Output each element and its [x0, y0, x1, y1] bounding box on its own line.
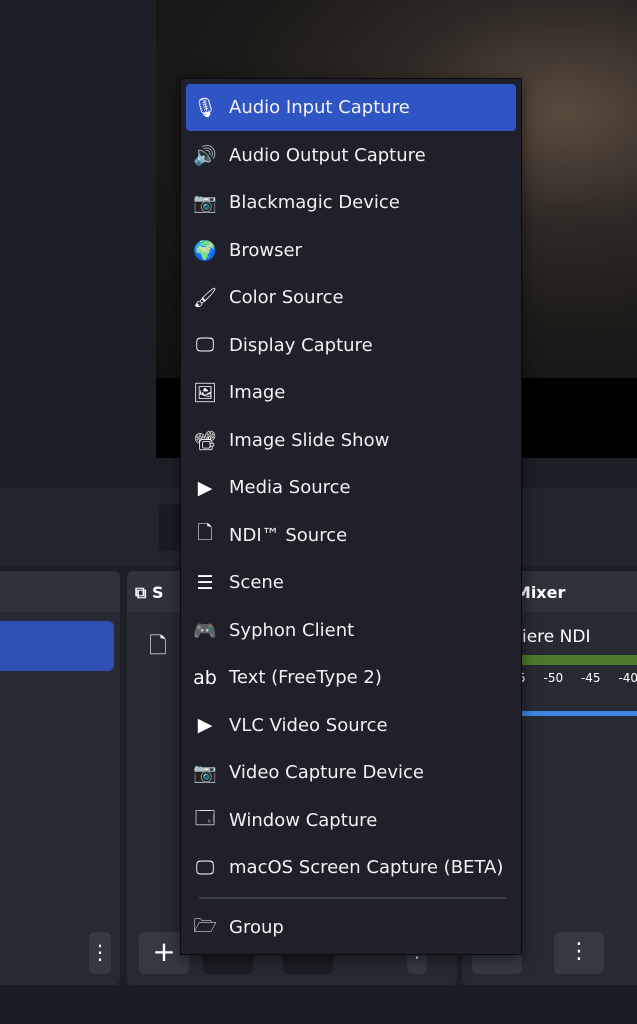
file-icon: 🗋 — [149, 634, 167, 659]
status-bar — [0, 985, 637, 1024]
gamepad-icon: 🎮 — [193, 619, 217, 642]
menu-item-label: macOS Screen Capture (BETA) — [229, 857, 504, 878]
camera-icon: 📷 — [193, 192, 217, 214]
menu-item-label: Syphon Client — [229, 619, 355, 641]
sources-title: S — [152, 583, 164, 602]
menu-item-image-slide-show[interactable]: 📽 Image Slide Show — [186, 417, 516, 464]
menu-item-color-source[interactable]: 🖌 Color Source — [186, 274, 516, 321]
menu-item-label: Audio Input Capture — [229, 97, 410, 118]
add-source-menu: 🎙 Audio Input Capture 🔊 Audio Output Captur… — [180, 78, 522, 955]
menu-item-window-capture[interactable]: 🗔 Window Capture — [186, 797, 516, 844]
menu-item-label: Scene — [229, 572, 284, 593]
menu-item-label: Video Capture Device — [229, 762, 425, 783]
image-icon: 🖼 — [192, 382, 218, 404]
menu-item-label: NDI™ Source — [229, 524, 348, 546]
tick: -50 — [543, 671, 564, 685]
window-icon: 🗔 — [194, 807, 216, 829]
volume-meter — [522, 655, 637, 665]
sources-icon: ⧉ — [135, 583, 147, 602]
menu-item-scene[interactable]: ☰ Scene — [186, 559, 516, 606]
menu-item-audio-output-capture[interactable]: 🔊 Audio Output Capture — [186, 132, 516, 179]
menu-item-browser[interactable]: 🌍 Browser — [186, 227, 516, 274]
menu-item-label: Browser — [229, 239, 302, 261]
menu-item-label: Media Source — [229, 477, 351, 498]
menu-item-ndi-source[interactable]: 🗋 NDI™ Source — [186, 512, 516, 559]
menu-item-group[interactable]: 🗁 Group — [186, 904, 516, 951]
tick: -40 — [618, 671, 637, 685]
menu-item-audio-input-capture[interactable]: 🎙 Audio Input Capture — [186, 84, 516, 131]
meter-scale: 5-50-45-40 — [518, 671, 637, 685]
monitor-icon: 🖵 — [195, 856, 215, 879]
globe-icon: 🌍 — [193, 239, 217, 262]
paintbrush-icon: 🖌 — [192, 287, 218, 309]
text-icon: ab — [193, 666, 217, 689]
mixer-menu-button[interactable]: ⋮ — [554, 932, 604, 974]
menu-item-label: Image — [229, 382, 286, 403]
speaker-icon: 🔊 — [193, 144, 217, 167]
menu-item-label: Group — [229, 917, 284, 938]
menu-item-label: VLC Video Source — [229, 714, 388, 736]
scenes-dock-header — [0, 571, 120, 612]
menu-item-video-capture-device[interactable]: 📷 Video Capture Device — [186, 749, 516, 796]
file-icon: 🗋 — [197, 522, 213, 544]
menu-item-label: Text (FreeType 2) — [229, 667, 382, 688]
menu-item-label: Color Source — [229, 287, 344, 308]
play-icon: ▶ — [197, 714, 213, 736]
menu-item-label: Window Capture — [229, 809, 378, 831]
volume-slider[interactable] — [522, 711, 637, 716]
play-icon: ▶ — [197, 476, 213, 499]
menu-item-text-freetype-2[interactable]: ab Text (FreeType 2) — [186, 654, 516, 701]
tick: -45 — [580, 671, 601, 685]
list-icon: ☰ — [196, 571, 214, 594]
menu-item-vlc-video-source[interactable]: ▶ VLC Video Source — [186, 702, 516, 749]
menu-item-label: Audio Output Capture — [229, 144, 426, 166]
scenes-dock: ⋮ — [0, 571, 120, 985]
menu-item-macos-screen-capture-beta[interactable]: 🖵 macOS Screen Capture (BETA) — [186, 844, 516, 891]
menu-item-media-source[interactable]: ▶ Media Source — [186, 464, 516, 511]
mixer-source-name: iere NDI — [522, 627, 591, 647]
microphone-icon: 🎙 — [192, 97, 218, 119]
monitor-icon: 🖵 — [195, 334, 215, 356]
menu-item-label: Blackmagic Device — [229, 192, 400, 213]
selected-scene[interactable] — [0, 621, 114, 671]
menu-item-label: Image Slide Show — [229, 429, 390, 451]
menu-item-display-capture[interactable]: 🖵 Display Capture — [186, 322, 516, 369]
menu-item-syphon-client[interactable]: 🎮 Syphon Client — [186, 607, 516, 654]
menu-item-image[interactable]: 🖼 Image — [186, 369, 516, 416]
scenes-menu-button[interactable]: ⋮ — [89, 932, 111, 974]
menu-item-blackmagic-device[interactable]: 📷 Blackmagic Device — [186, 179, 516, 226]
camera-icon: 📷 — [193, 762, 217, 784]
slideshow-icon: 📽 — [192, 429, 218, 452]
menu-separator — [199, 897, 506, 899]
menu-item-label: Display Capture — [229, 334, 373, 356]
folder-open-icon: 🗁 — [193, 914, 217, 937]
